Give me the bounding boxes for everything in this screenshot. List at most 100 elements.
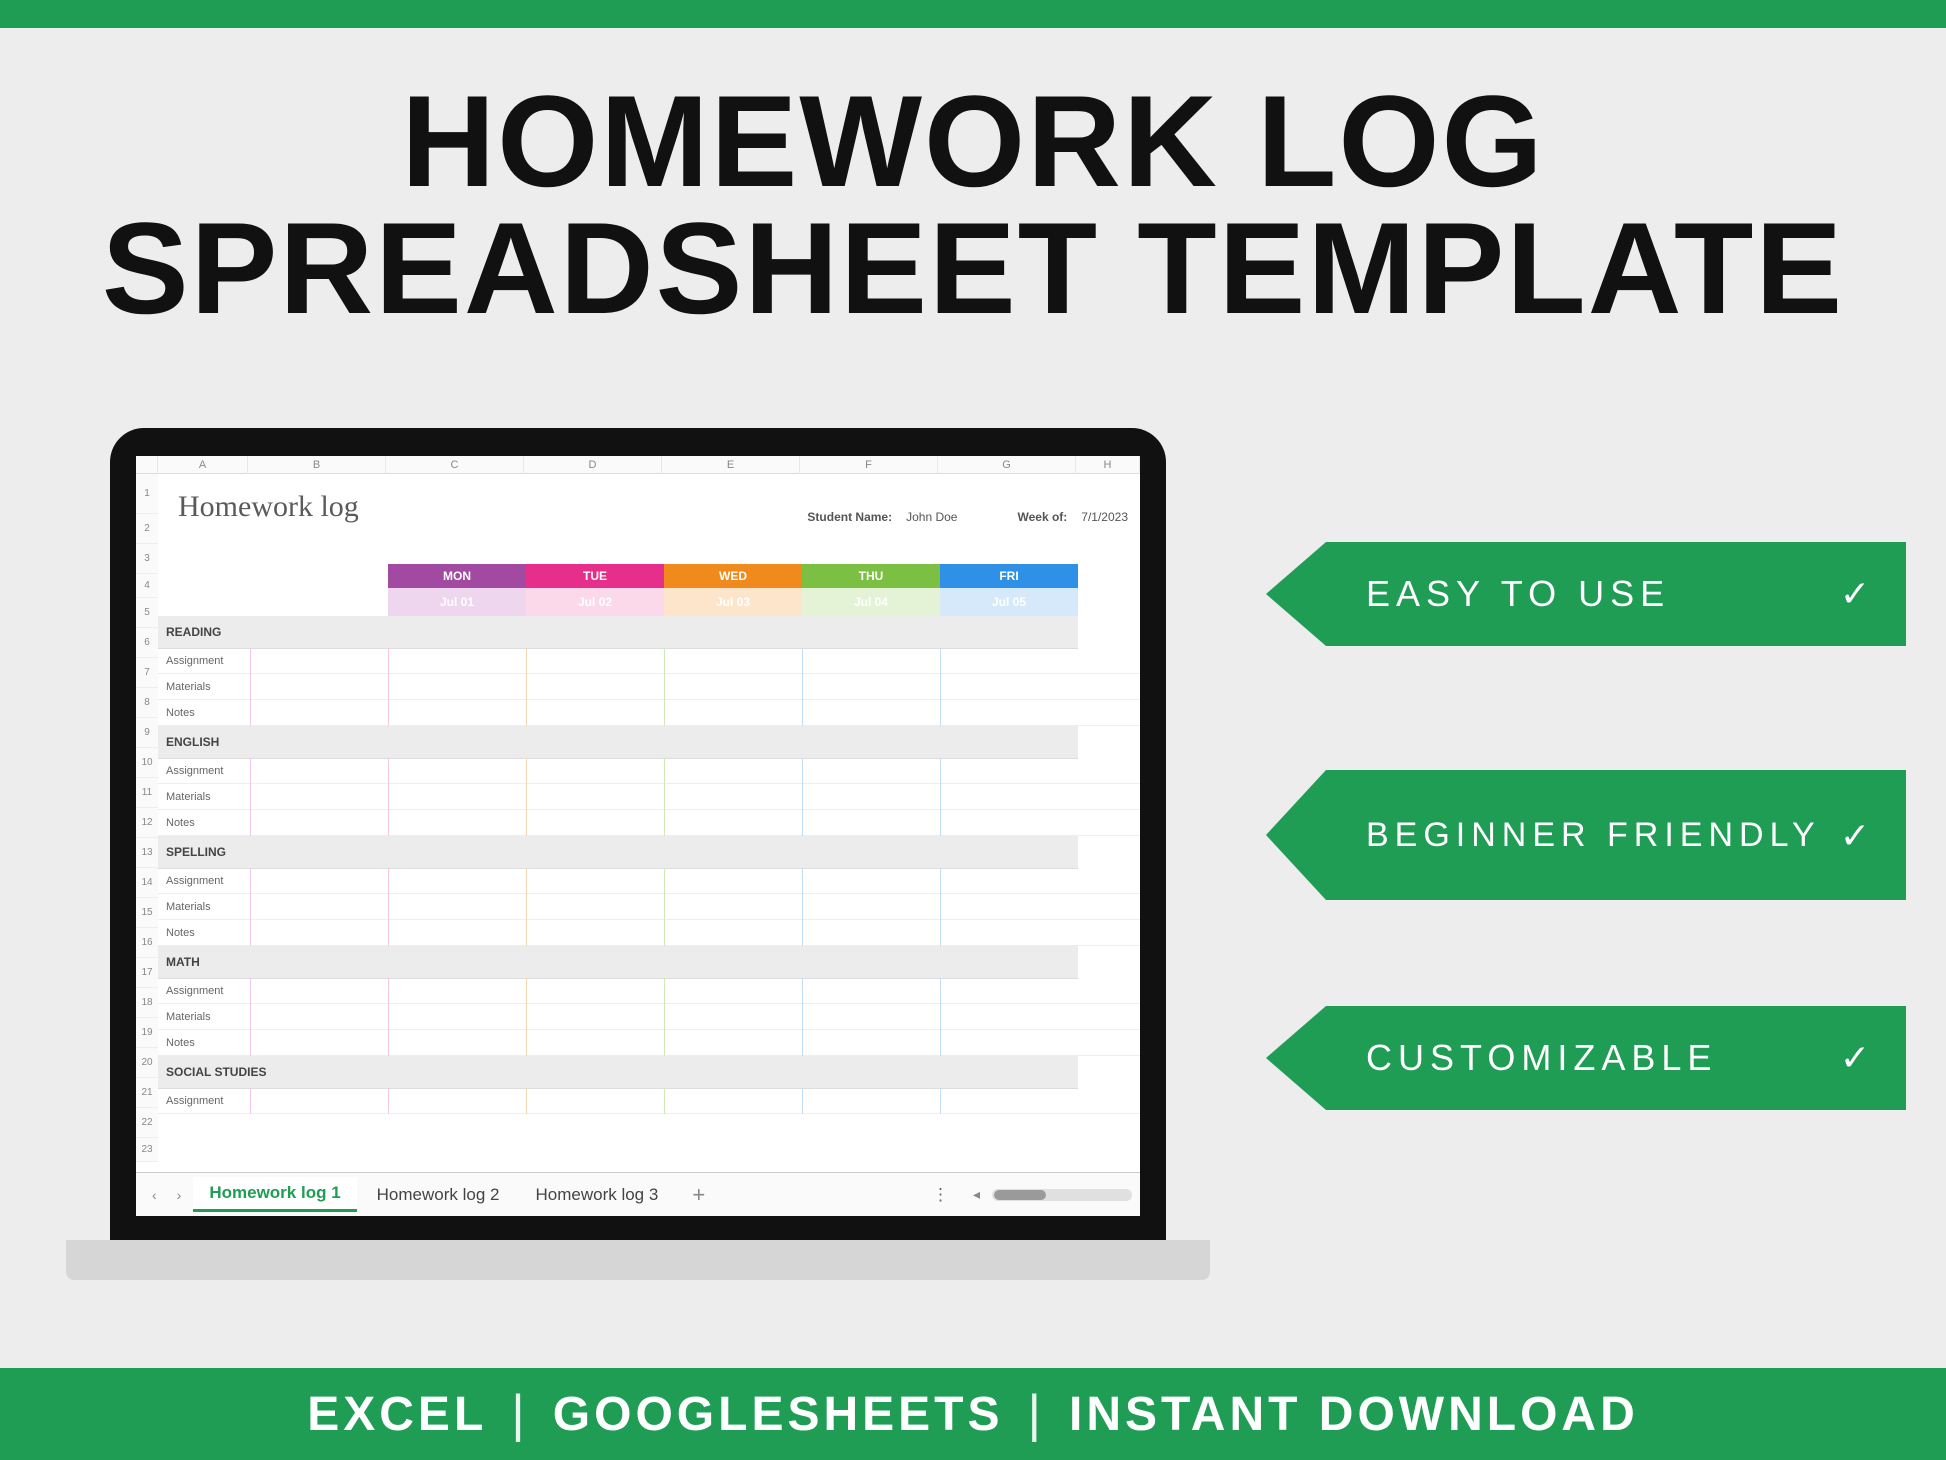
cell[interactable] [802,674,940,700]
cell[interactable] [388,1088,526,1114]
cell[interactable] [940,1004,1078,1030]
cell[interactable] [802,1004,940,1030]
col-F[interactable]: F [800,456,938,474]
cell[interactable] [526,868,664,894]
cell[interactable] [664,784,802,810]
col-E[interactable]: E [662,456,800,474]
cell[interactable] [940,868,1078,894]
scroll-left-icon[interactable]: ◂ [965,1186,988,1203]
week-value[interactable]: 7/1/2023 [1081,510,1128,524]
cell[interactable] [388,674,526,700]
col-H[interactable]: H [1076,456,1140,474]
all-sheets-button[interactable]: ⋮ [922,1185,961,1205]
footer-instant: INSTANT DOWNLOAD [1069,1387,1639,1442]
col-D[interactable]: D [524,456,662,474]
cell[interactable] [388,978,526,1004]
student-name[interactable]: John Doe [906,510,957,524]
cell[interactable] [526,1030,664,1056]
cell[interactable] [802,920,940,946]
col-A[interactable]: A [158,456,248,474]
cell[interactable] [802,1088,940,1114]
cell[interactable] [526,920,664,946]
cell[interactable] [250,674,388,700]
cell[interactable] [940,758,1078,784]
cell[interactable] [388,868,526,894]
cell[interactable] [250,1088,388,1114]
cell[interactable] [664,674,802,700]
cell[interactable] [388,920,526,946]
cell[interactable] [802,1030,940,1056]
cell[interactable] [940,978,1078,1004]
cell[interactable] [940,700,1078,726]
cell[interactable] [664,868,802,894]
column-headers[interactable]: A B C D E F G H [136,456,1140,474]
cell[interactable] [940,1030,1078,1056]
cell[interactable] [664,894,802,920]
cell[interactable] [802,648,940,674]
cell[interactable] [940,648,1078,674]
add-sheet-button[interactable]: + [678,1182,719,1208]
cell[interactable] [250,920,388,946]
cell[interactable] [526,674,664,700]
cell[interactable] [250,758,388,784]
cell[interactable] [802,978,940,1004]
cell[interactable] [250,978,388,1004]
cell[interactable] [664,1088,802,1114]
cell[interactable] [802,784,940,810]
cell[interactable] [664,1030,802,1056]
cell[interactable] [940,920,1078,946]
col-G[interactable]: G [938,456,1076,474]
col-B[interactable]: B [248,456,386,474]
cell[interactable] [940,674,1078,700]
cell[interactable] [388,810,526,836]
cell[interactable] [664,810,802,836]
cell[interactable] [664,648,802,674]
cell[interactable] [526,978,664,1004]
cell[interactable] [940,784,1078,810]
tab-homework-log-1[interactable]: Homework log 1 [193,1177,356,1212]
cell[interactable] [802,758,940,784]
cell[interactable] [526,894,664,920]
cell[interactable] [250,700,388,726]
tab-prev-button[interactable]: ‹ [144,1187,165,1203]
cell[interactable] [802,810,940,836]
row-headers[interactable]: 123 45 6789 10111213 14151617 18192021 2… [136,474,158,1162]
cell[interactable] [526,784,664,810]
cell[interactable] [802,700,940,726]
cell[interactable] [388,700,526,726]
cell[interactable] [526,1088,664,1114]
cell[interactable] [802,894,940,920]
cell[interactable] [388,784,526,810]
cell[interactable] [664,700,802,726]
cell[interactable] [250,784,388,810]
cell[interactable] [250,810,388,836]
cell[interactable] [664,978,802,1004]
cell[interactable] [250,1030,388,1056]
cell[interactable] [526,758,664,784]
horizontal-scrollbar[interactable] [992,1189,1132,1201]
cell[interactable] [250,1004,388,1030]
cell[interactable] [526,810,664,836]
tab-homework-log-2[interactable]: Homework log 2 [361,1179,516,1211]
tab-homework-log-3[interactable]: Homework log 3 [519,1179,674,1211]
cell[interactable] [526,648,664,674]
cell[interactable] [526,1004,664,1030]
cell[interactable] [940,810,1078,836]
cell[interactable] [250,648,388,674]
cell[interactable] [802,868,940,894]
cell[interactable] [388,1030,526,1056]
cell[interactable] [664,758,802,784]
col-C[interactable]: C [386,456,524,474]
tab-next-button[interactable]: › [169,1187,190,1203]
cell[interactable] [388,758,526,784]
cell[interactable] [664,920,802,946]
cell[interactable] [250,894,388,920]
cell[interactable] [940,1088,1078,1114]
cell[interactable] [388,1004,526,1030]
cell[interactable] [388,894,526,920]
cell[interactable] [526,700,664,726]
cell[interactable] [664,1004,802,1030]
cell[interactable] [250,868,388,894]
cell[interactable] [940,894,1078,920]
cell[interactable] [388,648,526,674]
